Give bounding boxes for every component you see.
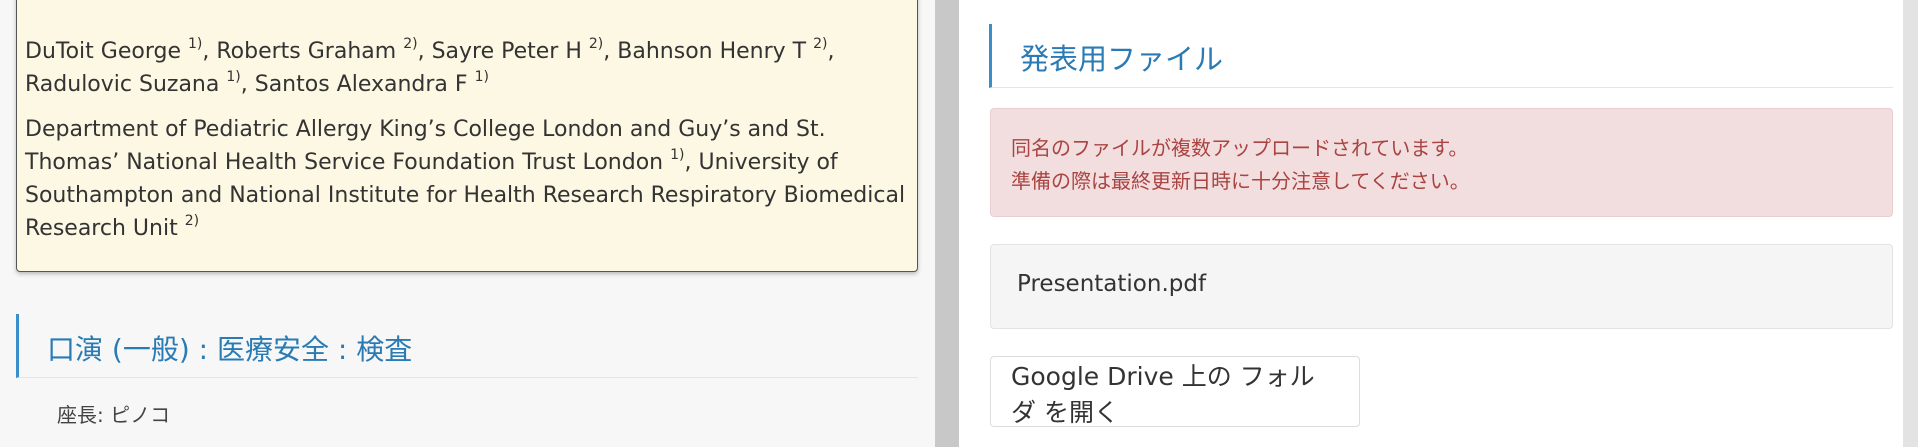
files-pane: 発表用ファイル 同名のファイルが複数アップロードされています。 準備の際は最終更… (959, 0, 1918, 447)
file-list-item[interactable]: Presentation.pdf (990, 244, 1893, 329)
files-header: 発表用ファイル (989, 24, 1893, 88)
scrollbar-track[interactable] (1903, 0, 1918, 447)
pane-splitter[interactable] (935, 0, 959, 447)
session-chair: 座長: ピノコ (57, 403, 171, 427)
author-affiliation-ref: 1) (474, 69, 489, 85)
author-affiliation-ref: 1) (226, 69, 241, 85)
open-google-drive-folder-button[interactable]: Google Drive 上の フォルダ を開く (990, 356, 1360, 427)
author-name: Roberts Graham (216, 39, 397, 64)
author-separator: , (603, 39, 618, 64)
author-name: Santos Alexandra F (254, 72, 468, 97)
file-name[interactable]: Presentation.pdf (1017, 271, 1206, 297)
duplicate-file-alert: 同名のファイルが複数アップロードされています。 準備の際は最終更新日時に十分注意… (990, 108, 1893, 217)
author-affiliation-ref: 2) (588, 36, 604, 52)
alert-line: 準備の際は最終更新日時に十分注意してください。 (1011, 169, 1470, 193)
abstract-pane: DuToit George 1), Roberts Graham 2), Say… (0, 0, 935, 447)
affiliation-ref: 1) (670, 147, 685, 163)
alert-line: 同名のファイルが複数アップロードされています。 (1011, 136, 1469, 160)
author-affiliation-ref: 1) (187, 36, 203, 52)
affiliation-ref: 2) (184, 213, 200, 229)
session-header: 口演 (一般) : 医療安全 : 検査 (16, 314, 918, 378)
author-separator: , (202, 39, 217, 64)
author-list: DuToit George 1), Roberts Graham 2), Say… (25, 35, 909, 101)
author-separator: , (417, 39, 432, 64)
author-name: Bahnson Henry T (617, 39, 807, 64)
author-name: Sayre Peter H (431, 39, 582, 64)
affiliation-separator: , (684, 150, 699, 175)
author-affiliation-ref: 2) (813, 36, 828, 52)
author-separator: , (827, 39, 835, 64)
files-panel: 発表用ファイル 同名のファイルが複数アップロードされています。 準備の際は最終更… (959, 0, 1903, 447)
author-name: DuToit George (25, 39, 181, 64)
files-title: 発表用ファイル (1020, 42, 1224, 76)
author-separator: , (240, 72, 255, 97)
affiliation-list: Department of Pediatric Allergy King’s C… (25, 113, 909, 245)
abstract-box: DuToit George 1), Roberts Graham 2), Say… (16, 0, 918, 272)
author-name: Radulovic Suzana (25, 72, 220, 97)
author-affiliation-ref: 2) (403, 36, 418, 52)
session-title: 口演 (一般) : 医療安全 : 検査 (47, 333, 413, 366)
